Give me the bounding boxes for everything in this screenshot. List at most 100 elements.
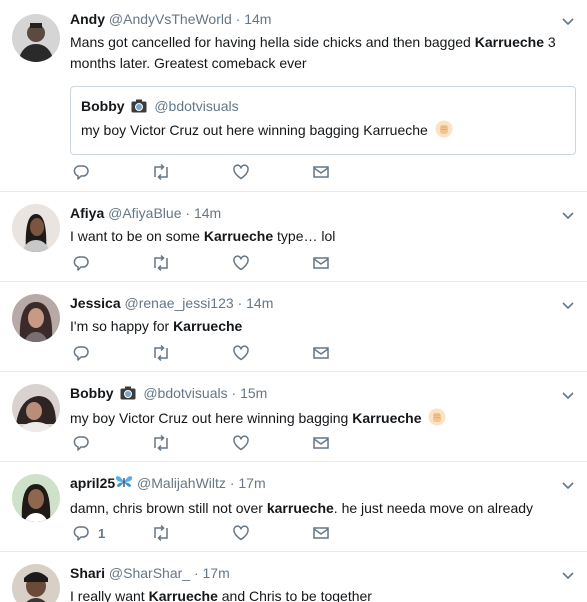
text-part: . he just needa move on already <box>333 500 534 516</box>
envelope-icon <box>313 527 329 539</box>
direct-message-button[interactable] <box>312 254 330 272</box>
separator: · <box>229 475 235 491</box>
tweet-text: my boy Victor Cruz out here winning bagg… <box>70 408 557 432</box>
reply-button[interactable] <box>72 254 90 272</box>
tweet-header: Afiya @AfiyaBlue · 14m <box>70 204 557 222</box>
envelope-icon <box>313 166 329 178</box>
tweet[interactable]: Afiya @AfiyaBlue · 14m I want to be on s… <box>0 192 587 282</box>
avatar[interactable] <box>12 474 60 522</box>
avatar[interactable] <box>12 384 60 432</box>
reply-button[interactable]: 1 <box>72 524 105 542</box>
direct-message-button[interactable] <box>312 163 330 181</box>
handle[interactable]: @AndyVsTheWorld <box>109 11 232 27</box>
reply-button[interactable] <box>72 434 90 452</box>
camera-emoji <box>120 386 136 404</box>
avatar[interactable] <box>12 564 60 602</box>
tweet[interactable]: Andy @AndyVsTheWorld · 14m Mans got canc… <box>0 0 587 192</box>
heart-icon <box>233 525 249 541</box>
timestamp[interactable]: 14m <box>246 295 273 311</box>
timeline: Andy @AndyVsTheWorld · 14m Mans got canc… <box>0 0 587 602</box>
text-part: type… lol <box>273 228 336 244</box>
like-button[interactable] <box>232 434 250 452</box>
reply-count: 1 <box>98 525 106 541</box>
highlighted-keyword: Karrueche <box>203 228 274 244</box>
reply-icon <box>73 526 89 541</box>
chevron-down-icon[interactable] <box>561 568 575 582</box>
display-name[interactable]: Andy <box>70 11 105 27</box>
separator: · <box>231 385 237 401</box>
like-button[interactable] <box>232 254 250 272</box>
display-name[interactable]: Shari <box>70 565 105 581</box>
camera-emoji <box>131 99 147 117</box>
quote-text: my boy Victor Cruz out here winning bagg… <box>81 120 565 143</box>
reply-icon <box>73 165 89 180</box>
retweet-button[interactable] <box>151 344 171 362</box>
tweet[interactable]: Jessica @renae_jessi123 · 14m I'm so hap… <box>0 282 587 372</box>
display-name[interactable]: Jessica <box>70 295 121 311</box>
direct-message-button[interactable] <box>312 524 330 542</box>
chevron-down-icon[interactable] <box>561 388 575 402</box>
reply-button[interactable] <box>72 163 90 181</box>
raised-fist-emoji <box>435 120 453 143</box>
handle[interactable]: @renae_jessi123 <box>125 295 234 311</box>
retweet-button[interactable] <box>151 163 171 181</box>
like-button[interactable] <box>232 163 250 181</box>
separator: · <box>185 205 191 221</box>
timestamp[interactable]: 14m <box>194 205 221 221</box>
butterfly-emoji <box>115 474 133 494</box>
retweet-button[interactable] <box>151 524 171 542</box>
tweet-header: Andy @AndyVsTheWorld · 14m <box>70 10 557 28</box>
handle[interactable]: @AfiyaBlue <box>108 205 181 221</box>
retweet-icon <box>154 524 168 542</box>
handle[interactable]: @MalijahWiltz <box>137 475 226 491</box>
chevron-down-icon[interactable] <box>561 298 575 312</box>
display-name[interactable]: Bobby <box>70 385 114 401</box>
envelope-icon <box>313 347 329 359</box>
chevron-down-icon[interactable] <box>561 208 575 222</box>
raised-fist-emoji <box>428 408 446 432</box>
timestamp[interactable]: 14m <box>244 11 271 27</box>
envelope-icon <box>313 257 329 269</box>
quote-handle: @bdotvisuals <box>154 98 239 114</box>
heart-icon <box>233 164 249 180</box>
text-part: my boy Victor Cruz out here winning bagg… <box>70 410 353 426</box>
handle[interactable]: @SharShar_ <box>109 565 190 581</box>
tweet-text: I'm so happy for Karrueche <box>70 316 557 337</box>
heart-icon <box>233 255 249 271</box>
like-button[interactable] <box>232 524 250 542</box>
retweet-button[interactable] <box>151 434 171 452</box>
quoted-tweet[interactable]: Bobby @bdotvisuals my boy Victor Cruz ou… <box>70 86 576 155</box>
timestamp[interactable]: 17m <box>203 565 230 581</box>
handle[interactable]: @bdotvisuals <box>143 385 227 401</box>
display-name[interactable]: Afiya <box>70 205 104 221</box>
tweet-header: Jessica @renae_jessi123 · 14m <box>70 294 557 312</box>
quote-display-name: Bobby <box>81 98 125 114</box>
chevron-down-icon[interactable] <box>561 14 575 28</box>
chevron-down-icon[interactable] <box>561 478 575 492</box>
retweet-button[interactable] <box>151 254 171 272</box>
highlighted-keyword: Karrueche <box>173 318 243 334</box>
timestamp[interactable]: 17m <box>238 475 265 491</box>
tweet[interactable]: Bobby @bdotvisuals · 15m my boy Victor C… <box>0 372 587 462</box>
reply-icon <box>73 256 89 271</box>
reply-button[interactable] <box>72 344 90 362</box>
avatar[interactable] <box>12 294 60 342</box>
display-name[interactable]: april25 <box>70 475 115 491</box>
tweet-header: Shari @SharShar_ · 17m <box>70 564 557 582</box>
avatar[interactable] <box>12 204 60 252</box>
like-button[interactable] <box>232 344 250 362</box>
retweet-icon <box>154 163 168 181</box>
separator: · <box>235 11 241 27</box>
quote-header: Bobby @bdotvisuals <box>81 97 565 117</box>
tweet[interactable]: Shari @SharShar_ · 17m I really want Kar… <box>0 552 587 602</box>
direct-message-button[interactable] <box>312 344 330 362</box>
tweet[interactable]: april25 @MalijahWiltz · 17m damn, chris … <box>0 462 587 552</box>
reply-icon <box>73 436 89 451</box>
timestamp[interactable]: 15m <box>240 385 267 401</box>
text-part: and Chris to be together <box>217 588 372 602</box>
direct-message-button[interactable] <box>312 434 330 452</box>
text-part: I want to be on some <box>70 228 204 244</box>
highlighted-keyword: Karrueche <box>352 410 422 426</box>
avatar[interactable] <box>12 14 60 62</box>
reply-icon <box>73 346 89 361</box>
